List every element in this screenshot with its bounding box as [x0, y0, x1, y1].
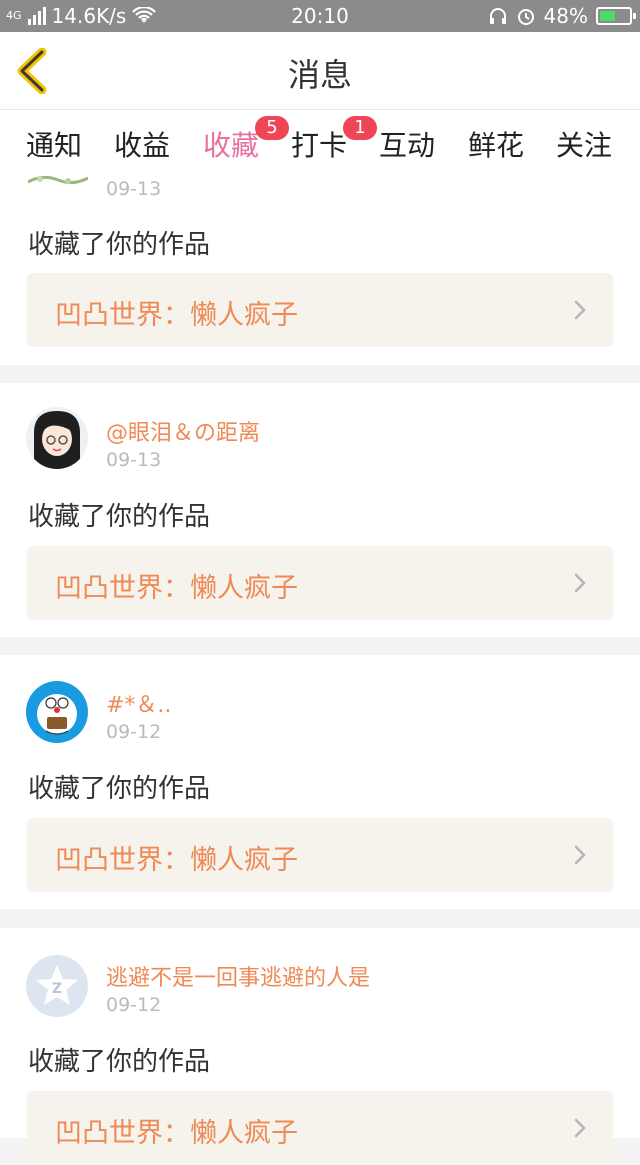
- tab-label: 鲜花: [468, 129, 525, 162]
- avatar-cartoon-icon: [37, 694, 77, 735]
- svg-text:Z: Z: [52, 981, 62, 997]
- user-avatar[interactable]: Z: [26, 955, 88, 1017]
- tab-label: 打卡: [291, 129, 348, 162]
- headphones-icon: [489, 8, 506, 24]
- tab-earnings[interactable]: 收益: [114, 124, 170, 164]
- work-title: 凹凸世界：懒人疯子: [55, 300, 298, 331]
- work-link[interactable]: 凹凸世界：懒人疯子: [27, 1091, 613, 1165]
- tab-label: 关注: [556, 129, 613, 162]
- work-link[interactable]: 凹凸世界：懒人疯子: [27, 818, 613, 892]
- tab-favorites[interactable]: 收藏 5: [203, 116, 289, 181]
- chevron-right-icon: [574, 573, 586, 593]
- battery-icon: [596, 7, 636, 25]
- default-avatar-star-icon: Z: [36, 965, 78, 1005]
- work-link[interactable]: 凹凸世界：懒人疯子: [27, 273, 613, 347]
- chevron-right-icon: [574, 1118, 586, 1138]
- tab-label: 互动: [379, 129, 436, 162]
- tab-label: 收藏: [203, 129, 260, 162]
- unread-badge: 5: [255, 116, 289, 140]
- work-link[interactable]: 凹凸世界：懒人疯子: [27, 546, 613, 620]
- message-action: 收藏了你的作品: [28, 1047, 211, 1077]
- message-date: 09-12: [106, 721, 162, 743]
- message-date: 09-13: [106, 178, 162, 200]
- user-avatar[interactable]: [26, 681, 88, 743]
- tab-flowers[interactable]: 鲜花: [468, 124, 524, 164]
- message-username[interactable]: #*＆..: [106, 687, 171, 719]
- message-username[interactable]: @眼泪＆の距离: [106, 415, 260, 447]
- message-card: #*＆.. 09-12 收藏了你的作品 凹凸世界：懒人疯子: [0, 655, 640, 909]
- tab-label: 通知: [26, 129, 83, 162]
- tab-follow[interactable]: 关注: [556, 124, 612, 164]
- chevron-right-icon: [574, 845, 586, 865]
- alarm-icon: [517, 9, 534, 25]
- top-nav-bar: 消息: [0, 32, 640, 110]
- user-avatar[interactable]: [26, 407, 88, 469]
- message-date: 09-12: [106, 994, 162, 1016]
- message-action: 收藏了你的作品: [28, 502, 211, 532]
- battery-percent: 48%: [543, 4, 588, 28]
- message-card: @眼泪＆の距离 09-13 收藏了你的作品 凹凸世界：懒人疯子: [0, 383, 640, 637]
- tab-interaction[interactable]: 互动: [379, 124, 435, 164]
- message-card: Z 逃避不是一回事逃避的人是 09-12 收藏了你的作品 凹凸世界：懒人疯子: [0, 928, 640, 1165]
- message-action: 收藏了你的作品: [28, 774, 211, 804]
- work-title: 凹凸世界：懒人疯子: [55, 845, 298, 876]
- work-title: 凹凸世界：懒人疯子: [55, 573, 298, 604]
- work-title: 凹凸世界：懒人疯子: [55, 1118, 298, 1149]
- tab-label: 收益: [114, 129, 171, 162]
- status-bar: 4G 14.6K/s 20:10 48%: [0, 0, 640, 32]
- chevron-right-icon: [574, 300, 586, 320]
- avatar-partial[interactable]: [28, 170, 88, 186]
- message-tabs: 通知 收益 收藏 5 打卡 1 互动 鲜花 关注: [0, 110, 640, 181]
- message-action: 收藏了你的作品: [28, 230, 211, 260]
- tab-checkin[interactable]: 打卡 1: [291, 116, 377, 164]
- message-username[interactable]: 逃避不是一回事逃避的人是: [106, 960, 370, 992]
- message-card: 09-13 收藏了你的作品 凹凸世界：懒人疯子: [0, 170, 640, 365]
- tab-notice[interactable]: 通知: [26, 124, 82, 164]
- avatar-girl-icon: [34, 411, 80, 469]
- message-date: 09-13: [106, 449, 162, 471]
- page-title: 消息: [287, 56, 352, 94]
- status-right: 48%: [488, 4, 636, 28]
- unread-badge: 1: [343, 116, 377, 140]
